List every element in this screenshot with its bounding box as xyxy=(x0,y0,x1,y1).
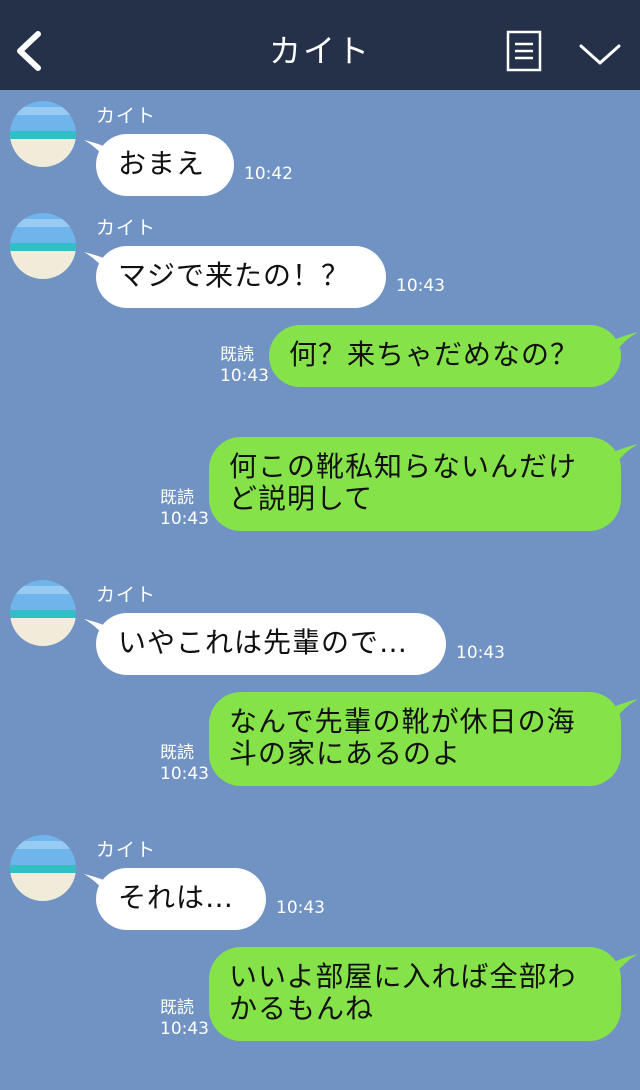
message-bubble[interactable]: いやこれは先輩ので… xyxy=(96,613,446,675)
note-icon[interactable] xyxy=(506,30,542,72)
message-time: 10:42 xyxy=(244,164,293,184)
message-time: 10:43 xyxy=(396,276,445,296)
message-time: 10:43 xyxy=(160,764,209,784)
avatar[interactable] xyxy=(10,835,76,901)
sender-name: カイト xyxy=(96,217,157,239)
bubble-tail xyxy=(614,699,638,721)
avatar[interactable] xyxy=(10,101,76,167)
message-bubble[interactable]: 何？来ちゃだめなの？ xyxy=(269,325,621,387)
message-bubble[interactable]: それは… xyxy=(96,868,266,930)
read-receipt: 既読 xyxy=(220,345,254,365)
message-bubble[interactable]: なんで先輩の靴が休日の海斗の家にあるのよ xyxy=(209,692,621,786)
sender-name: カイト xyxy=(96,105,157,127)
read-receipt: 既読 xyxy=(160,998,194,1018)
message-bubble[interactable]: 何この靴私知らないんだけど説明して xyxy=(209,437,621,531)
bubble-tail xyxy=(614,332,638,354)
read-receipt: 既読 xyxy=(160,743,194,763)
bubble-tail xyxy=(614,444,638,466)
message-time: 10:43 xyxy=(220,366,269,386)
message-bubble[interactable]: おまえ xyxy=(96,134,234,196)
message-bubble[interactable]: いいよ部屋に入れば全部わかるもんね xyxy=(209,947,621,1041)
message-time: 10:43 xyxy=(160,1019,209,1039)
sender-name: カイト xyxy=(96,584,157,606)
avatar[interactable] xyxy=(10,580,76,646)
message-time: 10:43 xyxy=(456,643,505,663)
message-bubble[interactable]: マジで来たの！？ xyxy=(96,246,386,308)
sender-name: カイト xyxy=(96,839,157,861)
avatar[interactable] xyxy=(10,213,76,279)
read-receipt: 既読 xyxy=(160,488,194,508)
chat-header: カイト xyxy=(0,0,640,90)
message-time: 10:43 xyxy=(160,509,209,529)
message-time: 10:43 xyxy=(276,898,325,918)
bubble-tail xyxy=(614,954,638,976)
chevron-down-icon[interactable] xyxy=(578,40,622,68)
chat-title: カイト xyxy=(268,32,371,70)
